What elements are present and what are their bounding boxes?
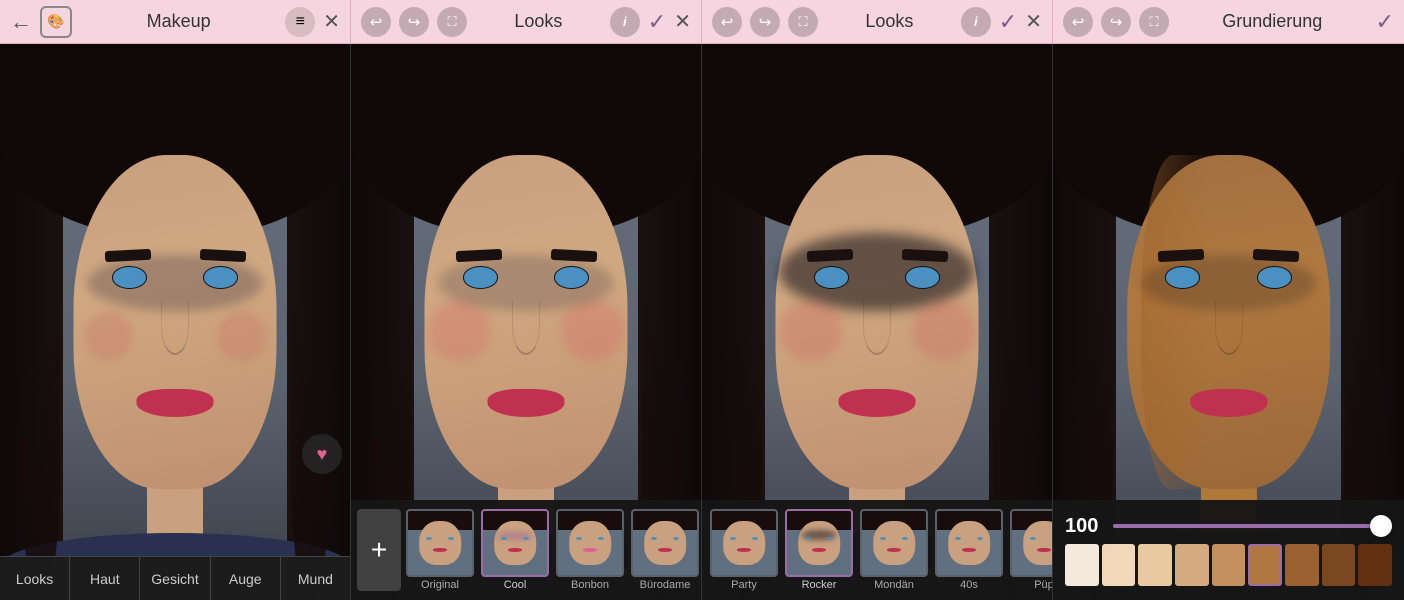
swatch-4[interactable]: [1212, 544, 1246, 586]
check-button-3[interactable]: ✓: [999, 9, 1017, 35]
close-button-3[interactable]: ✕: [1025, 9, 1042, 34]
makeup-icon: 🎨: [40, 6, 72, 38]
close-button-1[interactable]: ✕: [323, 9, 340, 34]
app-root: ← 🎨 Makeup ≡ ✕ ↩ ↪ ⛶ Looks i ✓ ✕ ↩ ↪ ⛶ L…: [0, 0, 1404, 600]
look-label-original: Original: [421, 579, 459, 591]
check-button-2[interactable]: ✓: [648, 9, 666, 35]
info-button-2[interactable]: i: [610, 7, 640, 37]
panel-4-content: 100: [1053, 44, 1404, 600]
look-item-bonbon[interactable]: Bonbon: [554, 509, 626, 591]
top-bar: ← 🎨 Makeup ≡ ✕ ↩ ↪ ⛶ Looks i ✓ ✕ ↩ ↪ ⛶ L…: [0, 0, 1404, 44]
panel-3-header: ↩ ↪ ⛶ Looks i ✓ ✕: [702, 0, 1053, 43]
look-item-40s[interactable]: 40s: [933, 509, 1005, 591]
close-button-2[interactable]: ✕: [674, 9, 691, 34]
panel-3-title: Looks: [826, 11, 953, 32]
panel-1-content: ♥ Looks Haut Gesicht Auge Mund: [0, 44, 351, 600]
slider-thumb[interactable]: [1370, 515, 1392, 537]
look-item-mondan[interactable]: Mondän: [858, 509, 930, 591]
panel-2-header: ↩ ↪ ⛶ Looks i ✓ ✕: [351, 0, 702, 43]
look-item-cool[interactable]: Cool: [479, 509, 551, 591]
check-button-4[interactable]: ✓: [1376, 9, 1394, 35]
redo-button-2[interactable]: ↪: [399, 7, 429, 37]
back-button[interactable]: ←: [10, 9, 32, 35]
tab-looks[interactable]: Looks: [0, 557, 70, 600]
foundation-controls: 100: [1053, 500, 1404, 600]
look-label-party: Party: [731, 579, 757, 591]
crop-button-2[interactable]: ⛶: [437, 7, 467, 37]
tab-haut[interactable]: Haut: [70, 557, 140, 600]
undo-button-4[interactable]: ↩: [1063, 7, 1093, 37]
bottom-tabs: Looks Haut Gesicht Auge Mund: [0, 556, 350, 600]
info-button-3[interactable]: i: [961, 7, 991, 37]
panel-2-title: Looks: [475, 11, 602, 32]
panel-2-content: + Original: [351, 44, 702, 600]
crop-button-3[interactable]: ⛶: [788, 7, 818, 37]
panel-4-title: Grundierung: [1177, 11, 1368, 32]
panel-1-title: Makeup: [80, 11, 277, 32]
swatch-7[interactable]: [1322, 544, 1356, 586]
look-label-rocker: Rocker: [802, 579, 837, 591]
slider-row: 100: [1065, 515, 1392, 538]
color-swatches: [1065, 544, 1392, 586]
redo-button-3[interactable]: ↪: [750, 7, 780, 37]
looks-strip: + Original: [351, 500, 701, 600]
swatch-1[interactable]: [1102, 544, 1136, 586]
crop-button-4[interactable]: ⛶: [1139, 7, 1169, 37]
looks-strip-3: Party Rocker: [702, 500, 1052, 600]
swatch-6[interactable]: [1285, 544, 1319, 586]
look-item-burodame[interactable]: Bürodame: [629, 509, 701, 591]
panel-3-content: Party Rocker: [702, 44, 1053, 600]
swatch-2[interactable]: [1138, 544, 1172, 586]
look-label-pup: Püp: [1034, 579, 1052, 591]
heart-button[interactable]: ♥: [302, 434, 342, 474]
swatch-3[interactable]: [1175, 544, 1209, 586]
panel-4-header: ↩ ↪ ⛶ Grundierung ✓: [1053, 0, 1404, 43]
undo-button-2[interactable]: ↩: [361, 7, 391, 37]
look-item-original[interactable]: Original: [404, 509, 476, 591]
opacity-slider[interactable]: [1113, 524, 1392, 528]
look-item-pup[interactable]: Püp: [1008, 509, 1052, 591]
panel-1-header: ← 🎨 Makeup ≡ ✕: [0, 0, 351, 43]
look-label-cool: Cool: [504, 579, 527, 591]
swatch-8[interactable]: [1358, 544, 1392, 586]
swatch-5[interactable]: [1248, 544, 1282, 586]
photo-1: [0, 44, 350, 600]
add-look-button[interactable]: +: [357, 509, 401, 591]
tab-auge[interactable]: Auge: [211, 557, 281, 600]
look-label-bonbon: Bonbon: [571, 579, 609, 591]
look-label-mondan: Mondän: [874, 579, 914, 591]
swatch-0[interactable]: [1065, 544, 1099, 586]
main-content: ♥ Looks Haut Gesicht Auge Mund: [0, 44, 1404, 600]
tab-gesicht[interactable]: Gesicht: [140, 557, 210, 600]
tab-mund[interactable]: Mund: [281, 557, 350, 600]
look-item-rocker[interactable]: Rocker: [783, 509, 855, 591]
look-label-burodame: Bürodame: [640, 579, 691, 591]
slider-value: 100: [1065, 515, 1103, 538]
redo-button-4[interactable]: ↪: [1101, 7, 1131, 37]
slider-fill: [1113, 524, 1392, 528]
look-item-party[interactable]: Party: [708, 509, 780, 591]
undo-button-3[interactable]: ↩: [712, 7, 742, 37]
look-label-40s: 40s: [960, 579, 978, 591]
edit-button[interactable]: ≡: [285, 7, 315, 37]
